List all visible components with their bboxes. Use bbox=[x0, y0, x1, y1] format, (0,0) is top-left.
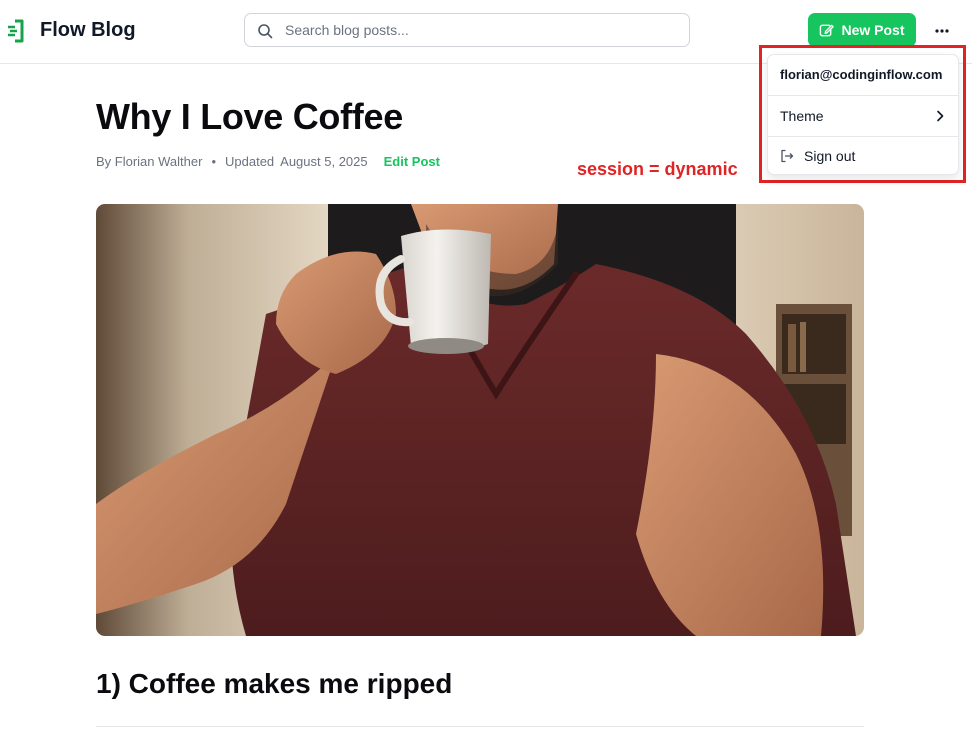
updated-label: Updated bbox=[225, 154, 275, 169]
edit-icon bbox=[820, 24, 835, 36]
hero-illustration bbox=[96, 204, 864, 636]
edit-post-link[interactable]: Edit Post bbox=[384, 154, 440, 169]
search-icon bbox=[258, 24, 273, 39]
flow-logo-icon[interactable] bbox=[6, 18, 28, 44]
meta-separator: • bbox=[211, 154, 216, 169]
ellipsis-icon bbox=[935, 29, 949, 33]
annotation-label: session = dynamic bbox=[577, 159, 738, 179]
updated-date: August 5, 2025 bbox=[280, 154, 368, 169]
new-post-button[interactable]: New Post bbox=[808, 13, 916, 47]
user-email: florian@codinginflow.com bbox=[780, 67, 943, 82]
post-title: Why I Love Coffee bbox=[96, 96, 403, 137]
menu-item-theme[interactable]: Theme bbox=[768, 96, 958, 136]
post-hero-image bbox=[96, 204, 864, 636]
post-meta: By Florian Walther • Updated August 5, 2… bbox=[96, 154, 440, 169]
chevron-right-icon bbox=[937, 110, 944, 122]
more-menu-button[interactable] bbox=[928, 18, 956, 44]
new-post-label: New Post bbox=[841, 22, 905, 38]
menu-item-sign-out[interactable]: Sign out bbox=[768, 137, 958, 175]
search-box[interactable] bbox=[244, 13, 690, 47]
menu-item-label: Sign out bbox=[804, 148, 856, 164]
sign-out-icon bbox=[781, 149, 794, 163]
section-divider bbox=[96, 726, 864, 727]
user-dropdown-menu: florian@codinginflow.com Theme Sign out bbox=[767, 54, 959, 175]
brand-name[interactable]: Flow Blog bbox=[40, 19, 136, 42]
menu-item-label: Theme bbox=[780, 108, 824, 124]
search-input[interactable] bbox=[285, 14, 675, 46]
post-author: By Florian Walther bbox=[96, 154, 203, 169]
section-heading: 1) Coffee makes me ripped bbox=[96, 668, 453, 699]
